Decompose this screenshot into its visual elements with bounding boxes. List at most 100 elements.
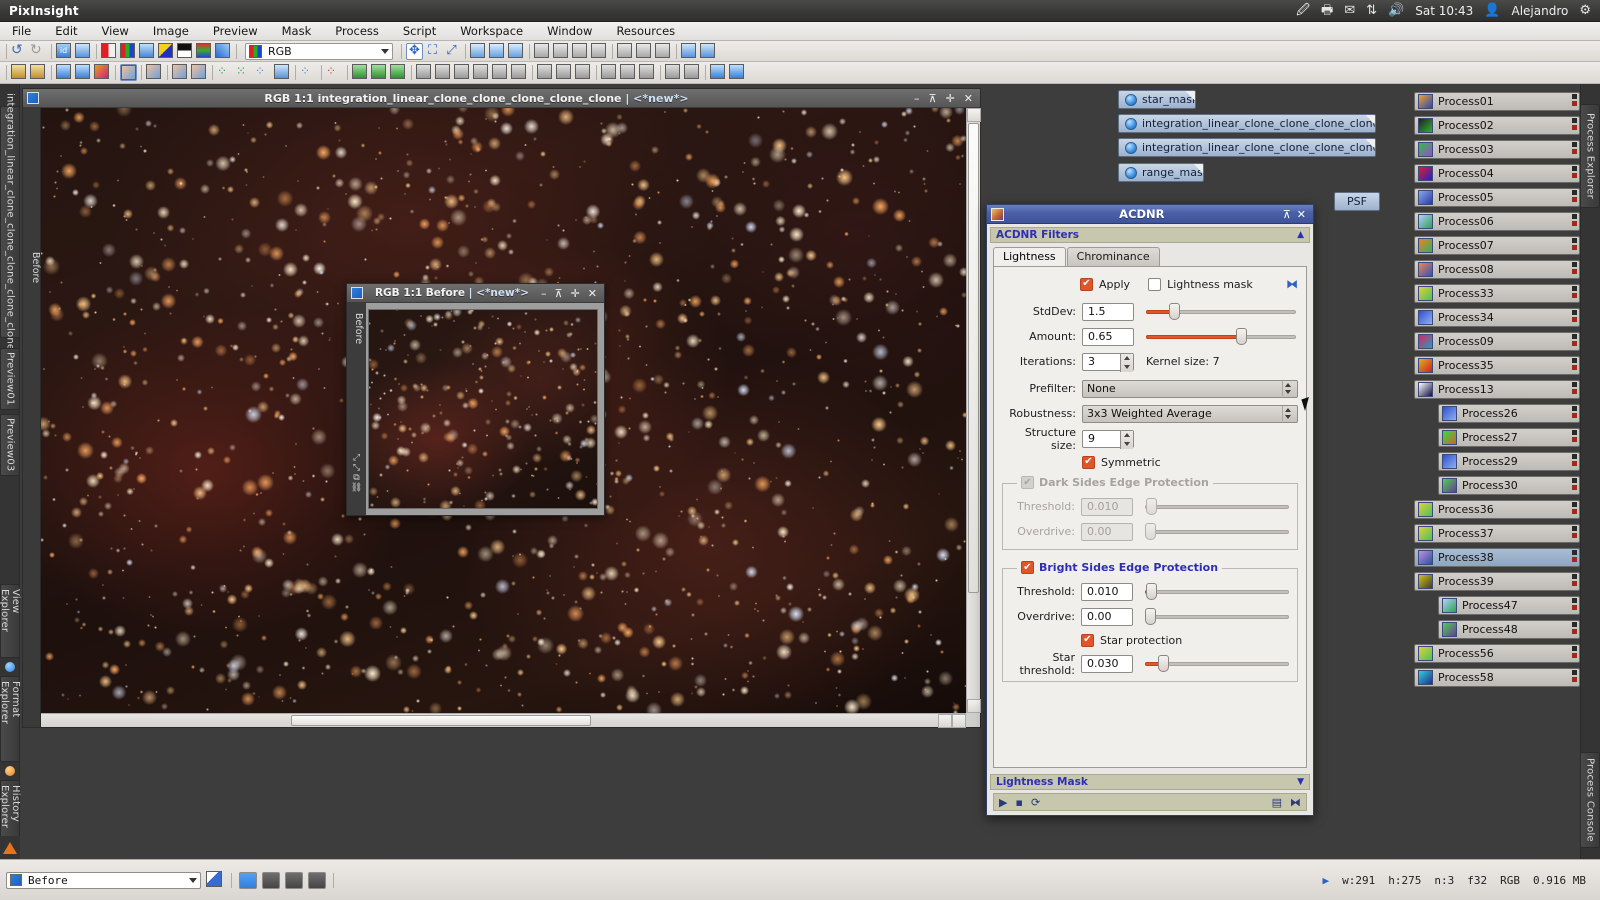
apply-checkbox[interactable] [1080, 277, 1093, 291]
preview-undo-icon[interactable]: ⁘ [326, 64, 343, 81]
right-dock-tab-process-explorer[interactable]: Process Explorer [1580, 104, 1600, 208]
channel-blue-toggle[interactable] [308, 871, 326, 889]
process-list-item[interactable]: Process07 [1414, 236, 1580, 255]
zoom-1to1-icon[interactable]: ⤢ [444, 43, 461, 60]
before-side-tools[interactable]: ⤢ ⤡ ⧉ ⛓ [349, 453, 364, 493]
scroll-left-arrow[interactable] [938, 714, 952, 728]
split-channels-icon[interactable] [177, 42, 194, 60]
slider-knob[interactable] [1236, 328, 1247, 345]
process-list-item[interactable]: Process48 [1438, 620, 1580, 639]
pixel-readout-icon[interactable] [553, 42, 570, 60]
process-list-item[interactable]: Process03 [1414, 140, 1580, 159]
crop-icon[interactable] [172, 64, 189, 81]
process-list-item[interactable]: Process30 [1438, 476, 1580, 495]
volume-icon[interactable]: 🔊 [1388, 4, 1404, 17]
apply-icon[interactable]: ▶ [999, 796, 1007, 809]
process-list-item[interactable]: Process56 [1414, 644, 1580, 663]
bright-overdrive-input[interactable]: 0.00 [1081, 607, 1133, 626]
reset-icon[interactable]: ⟳ [1031, 796, 1040, 809]
show-mask-icon[interactable] [617, 42, 634, 60]
redo-icon[interactable]: ↻ [30, 42, 47, 60]
slider-knob[interactable] [1145, 608, 1156, 625]
invert-mask-icon[interactable] [636, 42, 653, 60]
acdnr-roll-up-icon[interactable]: ⊼ [1280, 208, 1294, 221]
process-list-item[interactable]: Process04 [1414, 164, 1580, 183]
spinner-arrows[interactable] [1120, 353, 1133, 372]
menu-process[interactable]: Process [323, 22, 391, 41]
extract-green-icon[interactable] [120, 42, 137, 60]
close-icon[interactable]: ✕ [964, 92, 973, 105]
zoom-in-icon[interactable] [470, 42, 487, 60]
minimize-icon[interactable]: – [914, 92, 920, 105]
symmetric-checkbox[interactable] [1082, 455, 1095, 469]
slider-knob[interactable] [1146, 583, 1158, 600]
menu-window[interactable]: Window [535, 22, 604, 41]
dark-sides-checkbox[interactable] [1021, 476, 1034, 489]
guides-icon[interactable] [473, 64, 490, 81]
structure-size-spinner[interactable]: 9 [1082, 429, 1134, 449]
process-list-item[interactable]: Process58 [1414, 668, 1580, 687]
preview-mode-icon[interactable] [681, 42, 698, 60]
slider-knob[interactable] [1157, 655, 1169, 672]
new-preview-icon[interactable] [700, 42, 717, 60]
mask-invert-icon[interactable] [390, 64, 407, 81]
workspace-1-icon[interactable] [710, 64, 727, 81]
chevron-down-icon[interactable]: ▼ [1297, 777, 1304, 787]
menu-script[interactable]: Script [391, 22, 448, 41]
link-parameters-icon[interactable]: ⧓ [1286, 277, 1298, 291]
process-list-item[interactable]: Process47 [1438, 596, 1580, 615]
preview-reset-icon[interactable]: ⁘ [300, 64, 317, 81]
process-list-item[interactable]: Process33 [1414, 284, 1580, 303]
printer-icon[interactable]: 🖶 [1321, 4, 1333, 17]
left-dock-tab-format-explorer[interactable]: Format Explorer [0, 676, 21, 762]
color-space-selector[interactable]: RGB [245, 42, 393, 60]
new-instance-icon[interactable]: ▤ [1272, 796, 1282, 809]
script-edit-icon[interactable] [556, 64, 573, 81]
undo-icon[interactable]: ↺ [11, 42, 28, 60]
browse-documentation-icon[interactable]: ⧓ [1290, 796, 1301, 809]
favorites-icon[interactable] [684, 64, 701, 81]
workspace-2-icon[interactable] [729, 64, 746, 81]
tab-chrominance[interactable]: Chrominance [1066, 247, 1160, 266]
process-list-item[interactable]: Process13 [1414, 380, 1580, 399]
process-list-item[interactable]: Process39 [1414, 572, 1580, 591]
resample-icon[interactable] [191, 64, 208, 81]
view-tab-integration-l[interactable]: integration_linear_clone_clone_clone_clo… [1118, 114, 1376, 133]
image-identifier-icon[interactable]: id [56, 42, 73, 60]
process-list-item[interactable]: Process37 [1414, 524, 1580, 543]
horizontal-scrollbar[interactable] [41, 713, 966, 728]
clock[interactable]: Sat 10:43 [1415, 4, 1473, 18]
fit-window-icon[interactable] [508, 42, 525, 60]
star-protection-checkbox[interactable] [1081, 633, 1094, 647]
view-properties-icon[interactable] [206, 871, 224, 889]
zoom-out-icon[interactable] [489, 42, 506, 60]
process-list-item[interactable]: Process08 [1414, 260, 1580, 279]
scroll-right-arrow[interactable] [952, 714, 966, 728]
maximize-icon[interactable]: ✛ [571, 287, 580, 300]
pan-mode-icon[interactable]: ✥ [406, 42, 423, 60]
right-dock-tab-process-console[interactable]: Process Console [1580, 752, 1600, 848]
process-list-item[interactable]: Process05 [1414, 188, 1580, 207]
image-window-titlebar[interactable]: RGB 1:1 integration_linear_clone_clone_c… [23, 89, 980, 108]
remove-mask-icon[interactable] [655, 42, 672, 60]
preview-create-icon[interactable]: ⁘ [217, 64, 234, 81]
preview-edit-icon[interactable]: ⁙ [236, 64, 253, 81]
combine-channels-icon[interactable] [196, 42, 213, 60]
zoom-1to1-icon[interactable]: ⤡ [349, 463, 364, 473]
mask-remove-icon[interactable] [416, 64, 433, 81]
stddev-slider[interactable] [1146, 303, 1296, 321]
scroll-up-arrow[interactable] [967, 108, 981, 122]
process-explorer-list[interactable]: Process01 Process02 Process03 Process04 Proc… [1414, 92, 1580, 851]
horizontal-scroll-thumb[interactable] [291, 715, 591, 726]
process-list-item[interactable]: Process36 [1414, 500, 1580, 519]
invert-icon[interactable] [158, 42, 175, 60]
lightness-mask-section-header[interactable]: Lightness Mask ▼ [990, 774, 1310, 790]
explorer-icon[interactable] [665, 64, 682, 81]
link-icon[interactable]: ⛓ [349, 483, 364, 493]
view-tab-integration-r[interactable]: integration_linear_clone_clone_clone_clo… [1118, 138, 1376, 157]
process-list-item[interactable]: Process38 [1414, 548, 1580, 567]
gear-icon[interactable]: ⚙ [1579, 4, 1591, 17]
spinner-arrows[interactable] [1282, 381, 1293, 396]
psf-tab[interactable]: PSF [1334, 192, 1380, 211]
align-icon[interactable] [511, 64, 528, 81]
